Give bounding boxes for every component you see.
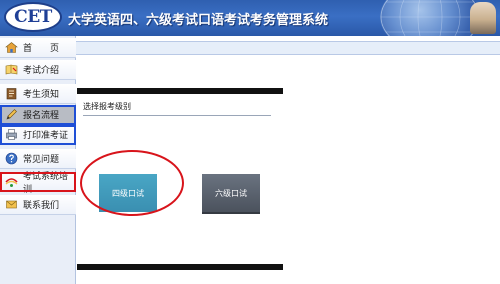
sidebar-item-exam-intro[interactable]: 考试介绍 — [0, 60, 76, 80]
sidebar-item-label: 首 页 — [23, 44, 60, 54]
sidebar: 首 页 考试介绍 考生须知 报名流程 打印准考证 常见问题 考试系统培训 联系我… — [0, 36, 76, 284]
home-icon — [4, 41, 18, 55]
cet4-oral-exam-button[interactable]: 四级口试 — [99, 174, 157, 212]
cet6-oral-exam-button[interactable]: 六级口试 — [202, 174, 260, 214]
cet-logo-text: CET — [14, 7, 52, 27]
cet-logo: CET — [4, 2, 62, 32]
panel-divider — [83, 115, 271, 116]
site-title: 大学英语四、六级考试口语考试考务管理系统 — [68, 13, 329, 28]
sidebar-item-label: 考生须知 — [23, 90, 60, 100]
panel-title: 选择报考级别 — [83, 102, 131, 111]
printer-icon — [4, 128, 18, 142]
contact-icon — [4, 198, 18, 212]
sidebar-item-home[interactable]: 首 页 — [0, 38, 76, 58]
sidebar-item-print-admission-ticket[interactable]: 打印准考证 — [0, 125, 76, 145]
sidebar-item-label: 打印准考证 — [23, 131, 69, 141]
book-icon — [4, 63, 18, 77]
sidebar-item-candidate-notice[interactable]: 考生须知 — [0, 84, 76, 104]
globe-grid-decoration — [380, 0, 480, 36]
sidebar-item-label: 考试介绍 — [23, 66, 60, 76]
sidebar-item-label: 常见问题 — [23, 155, 60, 165]
pencil-icon — [4, 108, 18, 122]
sidebar-item-registration-process[interactable]: 报名流程 — [0, 105, 76, 125]
level-selection-panel: 选择报考级别 四级口试 六级口试 — [77, 88, 283, 270]
header-banner: CET 大学英语四、六级考试口语考试考务管理系统 — [0, 0, 500, 36]
question-icon — [4, 152, 18, 166]
training-icon — [4, 175, 18, 189]
sidebar-item-label: 考试系统培训 — [23, 171, 69, 195]
student-photo — [470, 2, 496, 34]
notice-icon — [4, 87, 18, 101]
sidebar-item-label: 联系我们 — [23, 201, 60, 211]
sidebar-item-contact-us[interactable]: 联系我们 — [0, 195, 76, 215]
sidebar-item-exam-system-training[interactable]: 考试系统培训 — [0, 171, 76, 195]
sidebar-item-faq[interactable]: 常见问题 — [0, 149, 76, 169]
sub-header-strip — [76, 41, 500, 55]
sidebar-item-label: 报名流程 — [23, 111, 60, 121]
